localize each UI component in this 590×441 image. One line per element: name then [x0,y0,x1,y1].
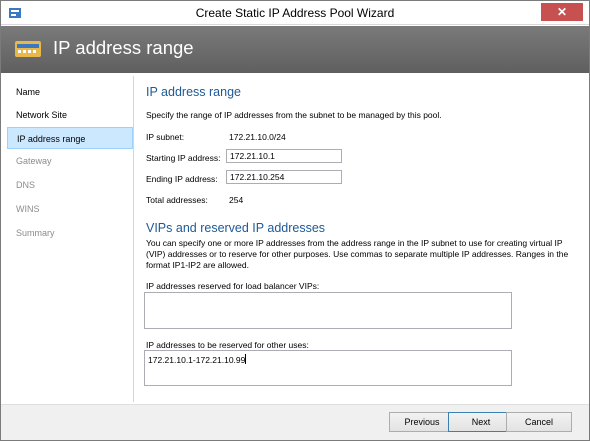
vip-reserved-label: IP addresses reserved for load balancer … [146,281,320,291]
nav-item-dns[interactable]: DNS [7,174,133,196]
section-description: Specify the range of IP addresses from t… [146,110,442,120]
nav-item-network-site[interactable]: Network Site [7,104,133,126]
header-title: IP address range [53,37,194,58]
vips-description: You can specify one or more IP addresses… [146,238,569,270]
ending-ip-label: Ending IP address: [146,174,218,184]
starting-ip-input[interactable]: 172.21.10.1 [226,149,342,163]
network-pool-icon [15,41,41,57]
ip-subnet-value: 172.21.10.0/24 [229,132,286,142]
nav-item-summary[interactable]: Summary [7,222,133,244]
vip-reserved-textarea[interactable] [144,292,512,329]
other-reserved-label: IP addresses to be reserved for other us… [146,340,309,350]
next-button[interactable]: Next [448,412,514,432]
nav-item-wins[interactable]: WINS [7,198,133,220]
wizard-header: IP address range [1,26,589,73]
title-bar: Create Static IP Address Pool Wizard ✕ [1,1,589,25]
close-button[interactable]: ✕ [541,3,583,21]
other-reserved-value: 172.21.10.1-172.21.10.99 [148,355,246,365]
wizard-footer: Previous Next Cancel [1,404,589,440]
wizard-window: Create Static IP Address Pool Wizard ✕ I… [0,0,590,441]
window-title: Create Static IP Address Pool Wizard [195,6,395,20]
other-reserved-textarea[interactable]: 172.21.10.1-172.21.10.99 [144,350,512,386]
starting-ip-label: Starting IP address: [146,153,221,163]
section-title-vips: VIPs and reserved IP addresses [146,221,326,235]
previous-button[interactable]: Previous [389,412,455,432]
wizard-nav: Name Network Site IP address range Gatew… [5,76,134,402]
nav-item-gateway[interactable]: Gateway [7,150,133,172]
text-caret [245,354,247,364]
ending-ip-input[interactable]: 172.21.10.254 [226,170,342,184]
main-content: IP address range Specify the range of IP… [135,76,587,402]
ip-subnet-label: IP subnet: [146,132,185,142]
total-addresses-value: 254 [229,195,244,205]
total-addresses-label: Total addresses: [146,195,208,205]
cancel-button[interactable]: Cancel [506,412,572,432]
section-title-ip-range: IP address range [146,85,241,99]
nav-item-ip-address-range[interactable]: IP address range [7,127,133,149]
close-icon: ✕ [556,5,568,19]
nav-item-name[interactable]: Name [7,81,133,103]
